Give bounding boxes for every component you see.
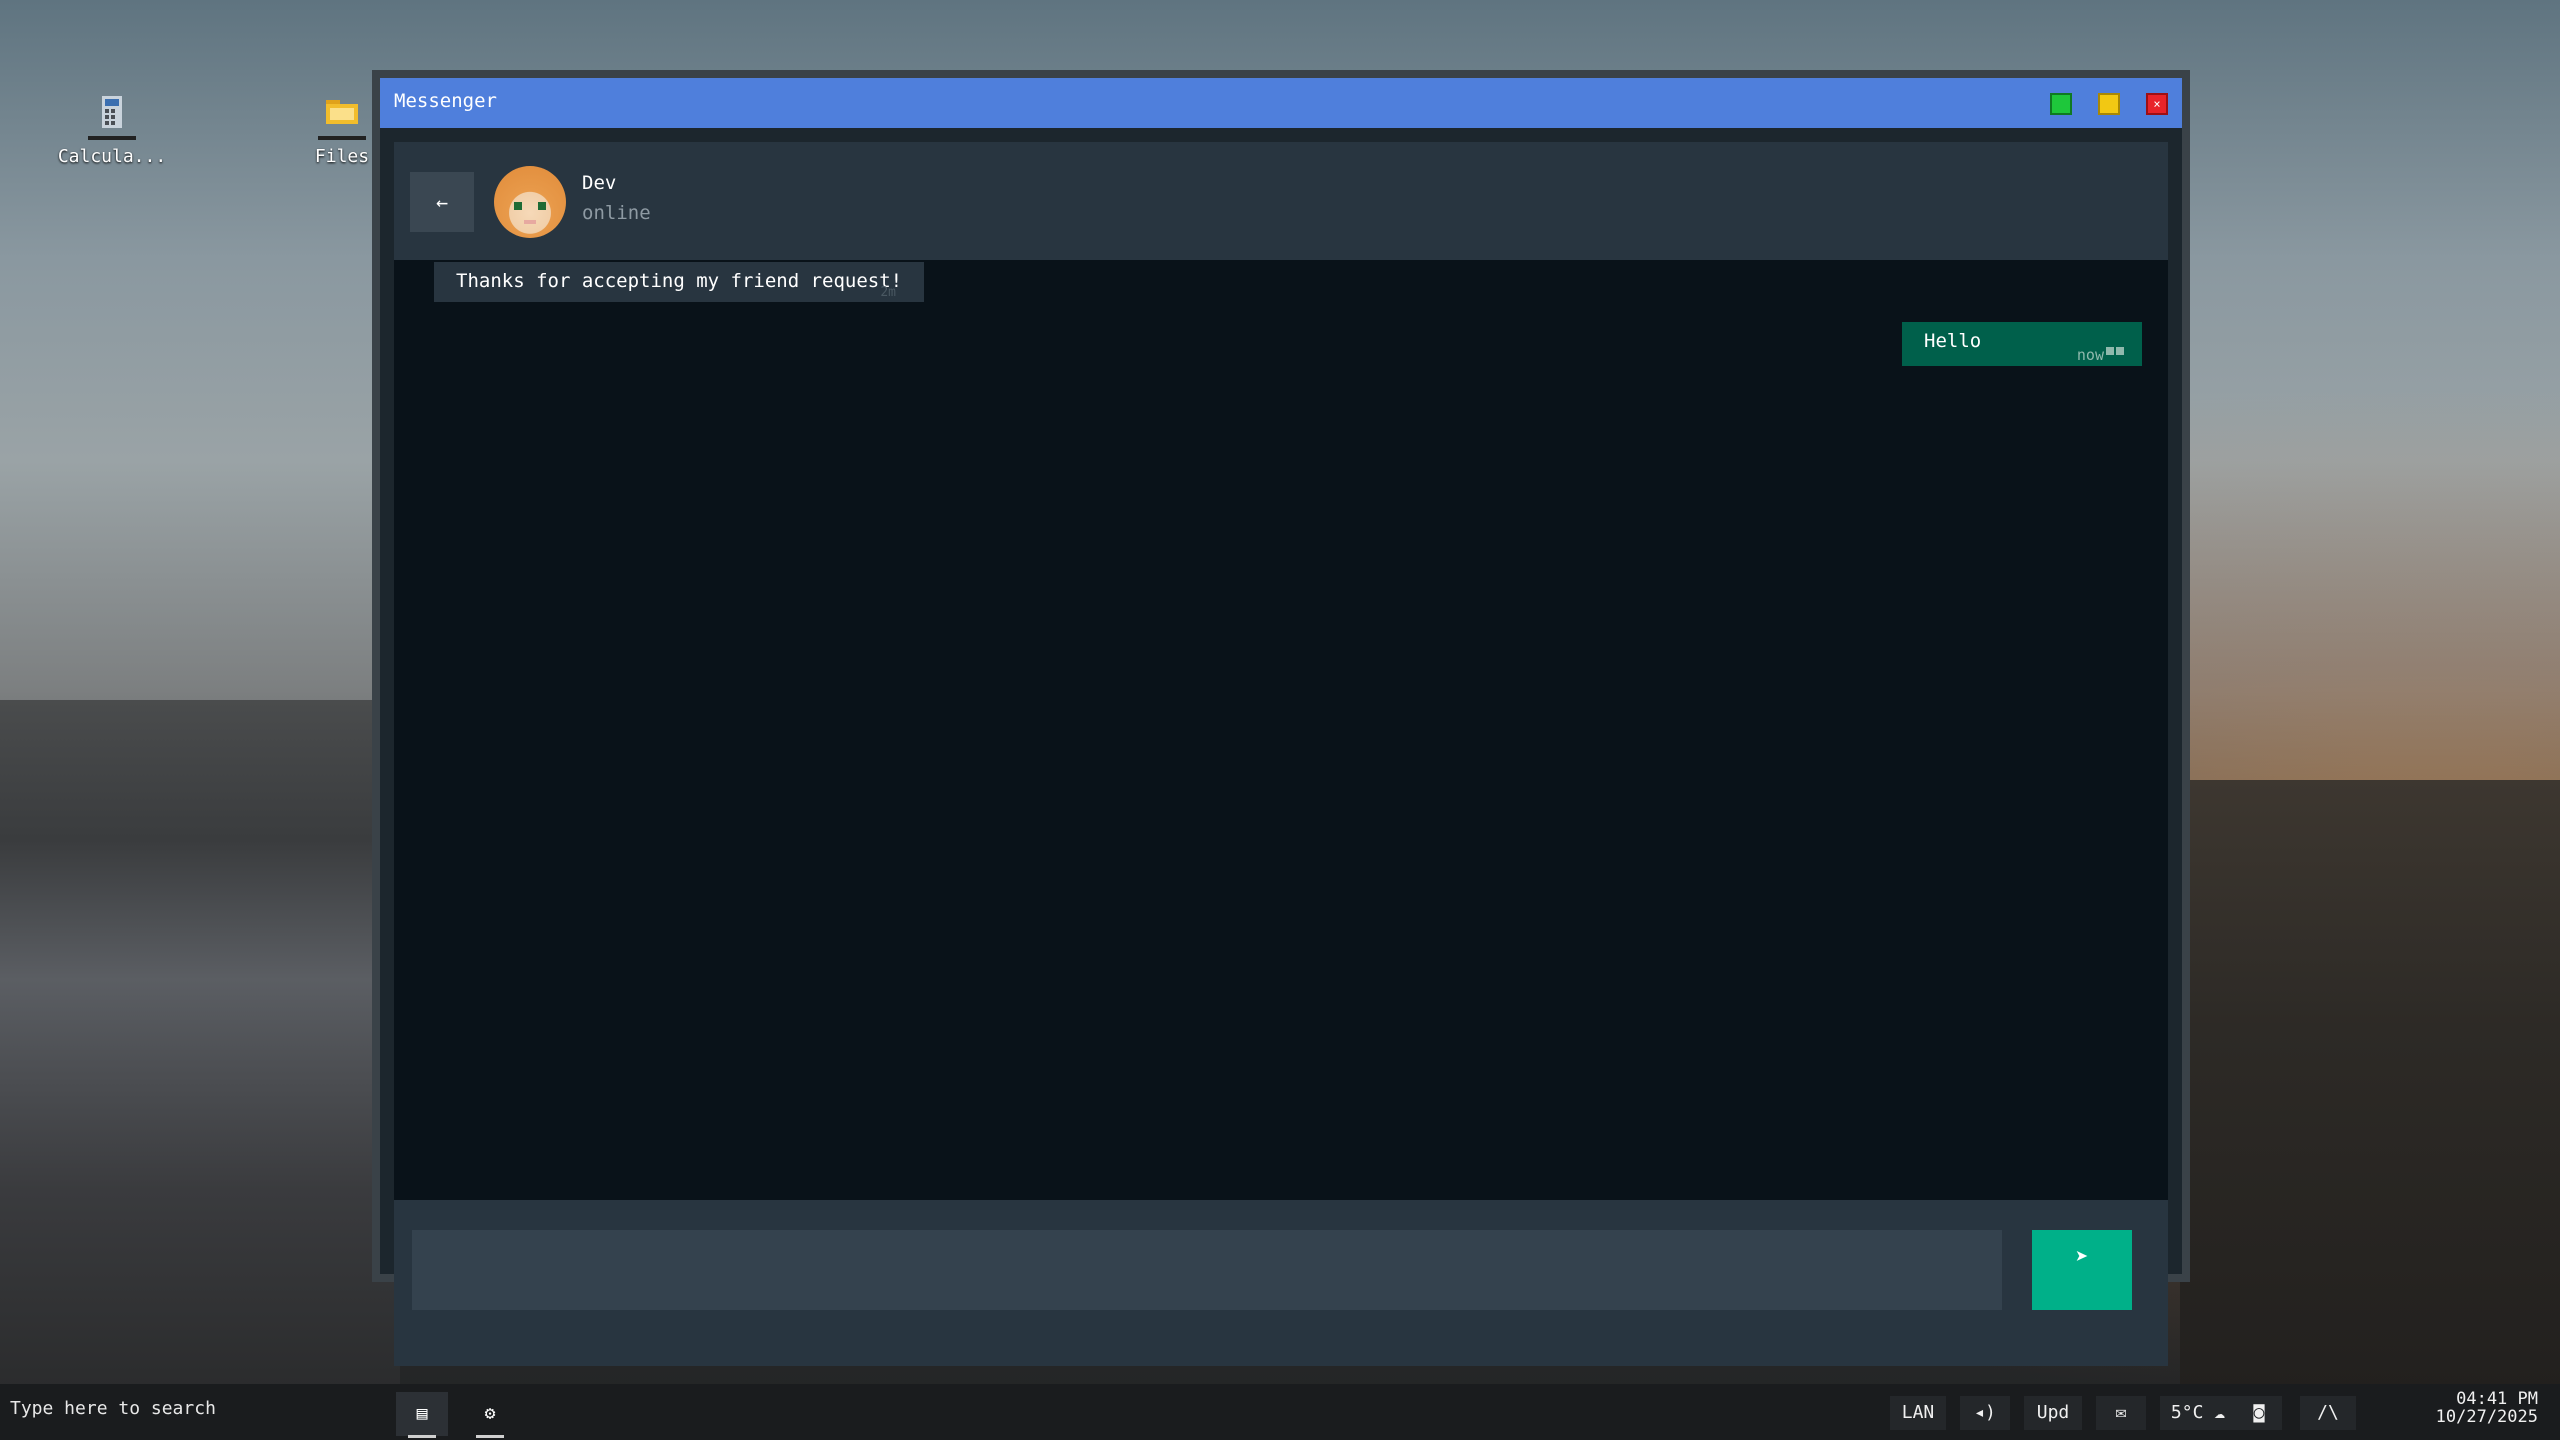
taskbar-app-messenger[interactable]: ▤ — [396, 1392, 448, 1438]
message-composer: ➤ — [394, 1200, 2168, 1366]
message-text: Thanks for accepting my friend request! — [456, 270, 903, 292]
message-text: Hello — [1924, 330, 1982, 352]
tray-update[interactable]: Upd — [2024, 1396, 2082, 1430]
chat-icon: ▤ — [416, 1403, 428, 1424]
wallpaper-hills-left — [0, 700, 400, 1400]
maximize-button[interactable] — [2050, 93, 2072, 115]
window-title: Messenger — [394, 90, 497, 112]
desktop-icon-underline — [318, 136, 366, 140]
avatar-eye — [514, 202, 522, 210]
network-label: LAN — [1901, 1402, 1935, 1423]
search-placeholder: Type here to search — [10, 1398, 216, 1419]
message-bubble-incoming[interactable]: Thanks for accepting my friend request! … — [434, 262, 924, 302]
tray-mail[interactable]: ✉ — [2096, 1396, 2146, 1430]
tray-weather[interactable]: 5°C ☁ — [2160, 1396, 2236, 1430]
desktop-icon-label: Calcula... — [57, 146, 167, 167]
folder-icon — [326, 100, 358, 124]
contact-name: Dev — [582, 172, 617, 194]
back-button[interactable]: ← — [410, 172, 474, 232]
desktop-icon-calculator[interactable]: Calcula... — [52, 92, 172, 167]
minimize-button[interactable] — [2098, 93, 2120, 115]
avatar-eye — [538, 202, 546, 210]
read-receipt-icon — [2104, 338, 2124, 360]
message-bubble-outgoing[interactable]: Hello now — [1902, 322, 2142, 366]
send-button[interactable]: ➤ — [2032, 1230, 2132, 1310]
active-indicator — [476, 1435, 504, 1438]
tray-network[interactable]: LAN — [1890, 1396, 1946, 1430]
volume-icon: ◂) — [1974, 1402, 1996, 1423]
avatar-mouth — [524, 220, 536, 224]
clock-time: 04:41 PM — [2456, 1389, 2538, 1409]
desktop-icon-label: Files — [314, 146, 370, 167]
update-label: Upd — [2036, 1402, 2070, 1423]
taskbar-search[interactable]: Type here to search — [10, 1398, 216, 1419]
mail-icon: ✉ — [2115, 1402, 2127, 1423]
message-time: now — [2076, 346, 2104, 364]
clock-date: 10/27/2025 — [2435, 1407, 2538, 1427]
tray-camera[interactable]: ◙ — [2236, 1396, 2282, 1430]
back-arrow-icon: ← — [435, 190, 449, 214]
contact-avatar[interactable] — [494, 166, 566, 238]
window-titlebar[interactable]: Messenger × — [380, 78, 2182, 128]
taskbar-app-settings[interactable]: ⚙ — [464, 1392, 516, 1438]
desktop-icon-underline — [88, 136, 136, 140]
send-icon: ➤ — [2075, 1245, 2089, 1270]
tray-overflow[interactable]: /\ — [2300, 1396, 2356, 1430]
messenger-window: Messenger × ← Dev online Thanks for acce… — [372, 70, 2190, 1366]
active-indicator — [408, 1435, 436, 1438]
taskbar-clock[interactable]: 04:41 PM 10/27/2025 — [2436, 1390, 2538, 1426]
contact-status: online — [582, 202, 651, 224]
wallpaper-trees-right — [2180, 780, 2560, 1400]
chevron-up-icon: /\ — [2317, 1402, 2339, 1423]
message-time: 2m — [880, 285, 896, 300]
tray-volume[interactable]: ◂) — [1960, 1396, 2010, 1430]
gear-icon: ⚙ — [484, 1403, 496, 1424]
taskbar: Type here to search ▤ ⚙ LAN ◂) Upd ✉ 5°C… — [0, 1384, 2560, 1440]
calculator-icon — [102, 96, 122, 128]
chat-area: ← Dev online Thanks for accepting my fri… — [394, 142, 2168, 1366]
weather-label: 5°C ☁ — [2170, 1402, 2226, 1423]
message-input[interactable] — [412, 1230, 2002, 1310]
close-icon: × — [2153, 97, 2161, 111]
chat-header: ← Dev online — [394, 142, 2168, 260]
camera-icon: ◙ — [2253, 1402, 2265, 1423]
close-button[interactable]: × — [2146, 93, 2168, 115]
